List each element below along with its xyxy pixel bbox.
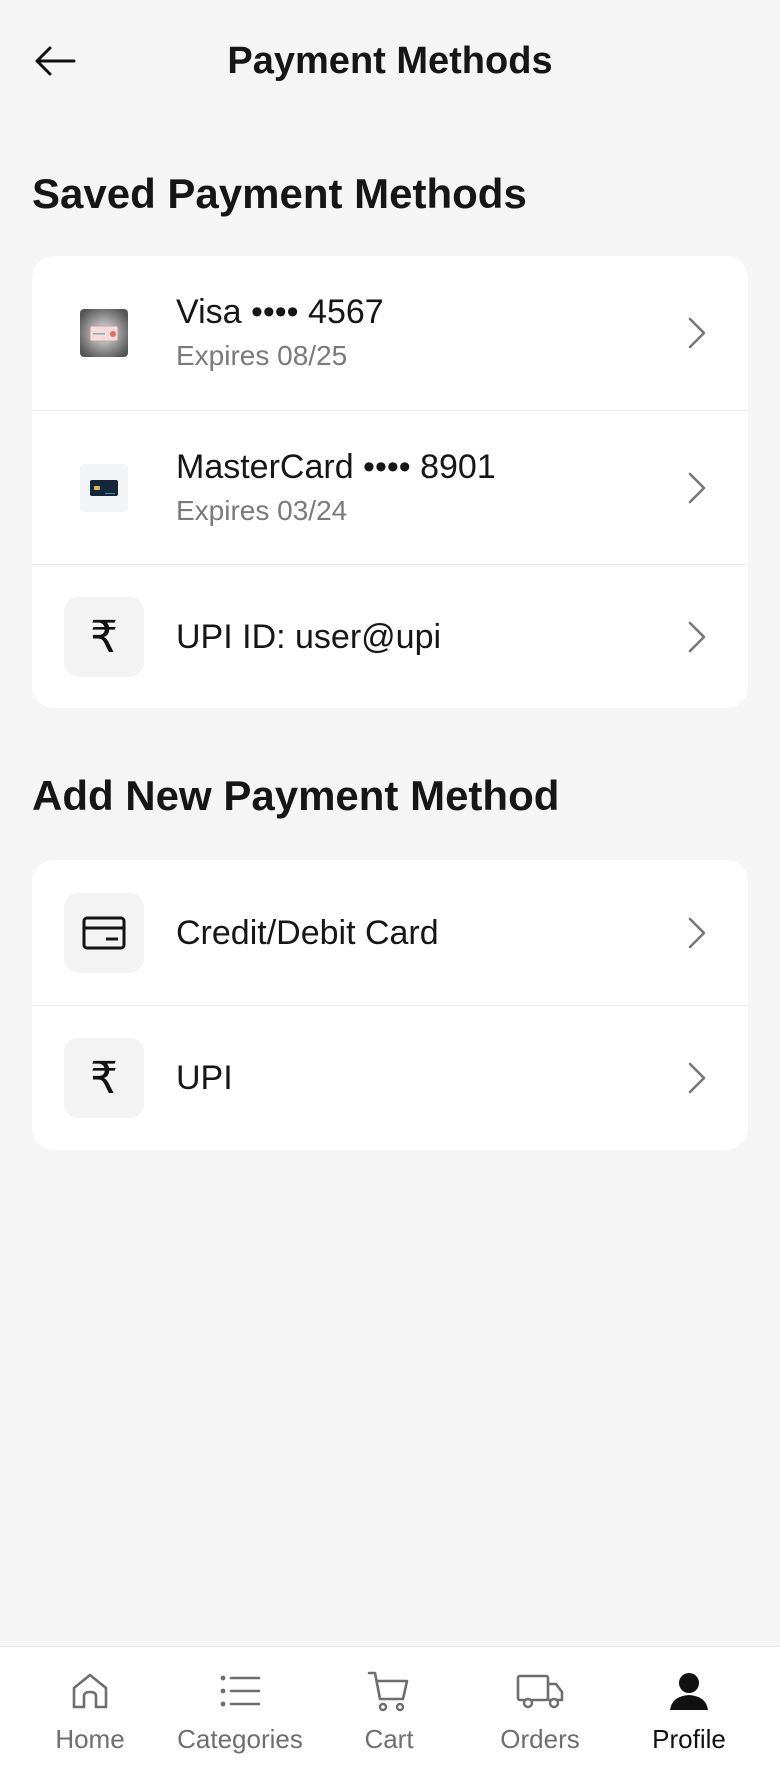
rupee-icon: ₹ bbox=[64, 597, 144, 677]
chevron-right-icon bbox=[682, 1058, 712, 1098]
nav-orders[interactable]: Orders bbox=[465, 1665, 615, 1755]
upi-id-label: UPI ID: user@upi bbox=[176, 618, 442, 656]
bottom-navigation: Home Categories Cart Orders Profile bbox=[0, 1646, 780, 1768]
payment-methods-screen: Payment Methods Saved Payment Methods Vi… bbox=[0, 0, 780, 1768]
saved-mastercard-row[interactable]: MasterCard •••• 8901 Expires 03/24 bbox=[32, 410, 748, 564]
visa-expiry: Expires 08/25 bbox=[176, 340, 348, 371]
mastercard-expiry: Expires 03/24 bbox=[176, 495, 348, 526]
saved-visa-row[interactable]: Visa •••• 4567 Expires 08/25 bbox=[32, 256, 748, 410]
add-method-heading: Add New Payment Method bbox=[32, 772, 560, 819]
list-icon bbox=[165, 1665, 315, 1717]
chevron-right-icon bbox=[682, 913, 712, 953]
add-methods-card: Credit/Debit Card ₹ UPI bbox=[32, 860, 748, 1150]
saved-methods-heading: Saved Payment Methods bbox=[32, 170, 527, 217]
saved-methods-card: Visa •••• 4567 Expires 08/25 MasterCard … bbox=[32, 256, 748, 708]
visa-label: Visa •••• 4567 bbox=[176, 293, 384, 331]
upi-label: UPI bbox=[176, 1059, 233, 1097]
rupee-icon: ₹ bbox=[64, 1038, 144, 1118]
truck-icon bbox=[465, 1665, 615, 1717]
saved-upi-row[interactable]: ₹ UPI ID: user@upi bbox=[32, 564, 748, 708]
chevron-right-icon bbox=[682, 313, 712, 353]
top-bar: Payment Methods bbox=[0, 0, 780, 120]
mastercard-label: MasterCard •••• 8901 bbox=[176, 448, 496, 486]
mastercard-thumbnail bbox=[80, 463, 128, 512]
nav-home[interactable]: Home bbox=[15, 1665, 165, 1755]
visa-card-thumbnail bbox=[80, 309, 128, 357]
page-title: Payment Methods bbox=[227, 40, 553, 82]
home-icon bbox=[15, 1665, 165, 1717]
nav-profile[interactable]: Profile bbox=[614, 1665, 764, 1755]
chevron-right-icon bbox=[682, 617, 712, 657]
credit-card-icon bbox=[64, 892, 144, 973]
credit-debit-label: Credit/Debit Card bbox=[176, 913, 439, 952]
chevron-right-icon bbox=[682, 468, 712, 508]
add-card-row[interactable]: Credit/Debit Card bbox=[32, 860, 748, 1005]
nav-categories[interactable]: Categories bbox=[165, 1665, 315, 1755]
add-upi-row[interactable]: ₹ UPI bbox=[32, 1005, 748, 1150]
cart-icon bbox=[314, 1665, 464, 1717]
nav-cart[interactable]: Cart bbox=[314, 1665, 464, 1755]
person-icon bbox=[614, 1665, 764, 1717]
